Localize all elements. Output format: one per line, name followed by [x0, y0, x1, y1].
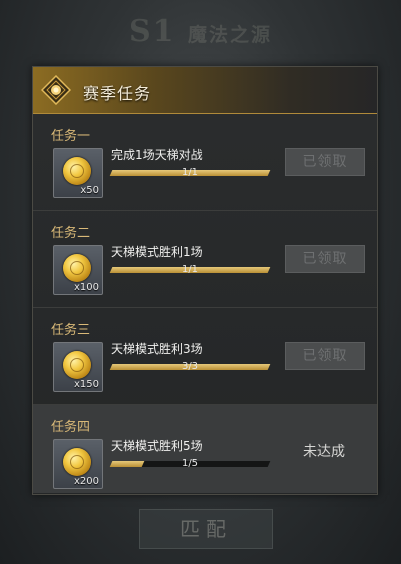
reward-item[interactable]: x150: [53, 342, 103, 392]
task-row: 任务一 x50 完成1场天梯对战 1/1 已领取: [33, 114, 377, 211]
match-button[interactable]: 匹配: [139, 509, 273, 549]
reward-item[interactable]: x200: [53, 439, 103, 489]
task-name: 任务三: [51, 323, 91, 338]
panel-title: 赛季任务: [83, 84, 152, 103]
task-progress-text: 1/1: [181, 167, 199, 178]
task-row: 任务二 x100 天梯模式胜利1场 1/1 已领取: [33, 211, 377, 308]
claimed-button[interactable]: 已领取: [285, 245, 365, 273]
season-number: S1: [128, 14, 176, 49]
reward-quantity: x50: [80, 185, 99, 196]
claimed-button[interactable]: 已领取: [285, 148, 365, 176]
reward-item[interactable]: x100: [53, 245, 103, 295]
season-emblem-icon: [41, 75, 71, 105]
gold-coin-icon: [63, 351, 91, 379]
gold-coin-icon: [63, 157, 91, 185]
task-progress-text: 3/3: [181, 361, 199, 372]
season-background-title: S1 魔法之源: [0, 14, 401, 49]
task-progress-text: 1/1: [181, 264, 199, 275]
gold-coin-icon: [63, 448, 91, 476]
not-achieved-status: 未达成: [303, 444, 345, 460]
claimed-button[interactable]: 已领取: [285, 342, 365, 370]
task-description: 天梯模式胜利3场: [111, 342, 203, 356]
task-name: 任务二: [51, 226, 91, 241]
task-row: 任务三 x150 天梯模式胜利3场 3/3 已领取: [33, 308, 377, 405]
task-description: 完成1场天梯对战: [111, 148, 203, 162]
reward-quantity: x100: [73, 282, 99, 293]
season-task-panel: 赛季任务 任务一 x50 完成1场天梯对战 1/1 已领取 任务二 x100 天…: [32, 66, 378, 495]
task-progress-text: 1/5: [181, 458, 199, 469]
task-description: 天梯模式胜利5场: [111, 439, 203, 453]
task-description: 天梯模式胜利1场: [111, 245, 203, 259]
reward-quantity: x150: [73, 379, 99, 390]
panel-header: 赛季任务: [33, 67, 377, 114]
reward-item[interactable]: x50: [53, 148, 103, 198]
season-subtitle: 魔法之源: [187, 24, 272, 46]
gold-coin-icon: [63, 254, 91, 282]
reward-quantity: x200: [73, 476, 99, 487]
task-row-active: 任务四 x200 天梯模式胜利5场 1/5 未达成: [33, 405, 377, 493]
task-name: 任务一: [51, 129, 91, 144]
task-name: 任务四: [51, 420, 91, 435]
